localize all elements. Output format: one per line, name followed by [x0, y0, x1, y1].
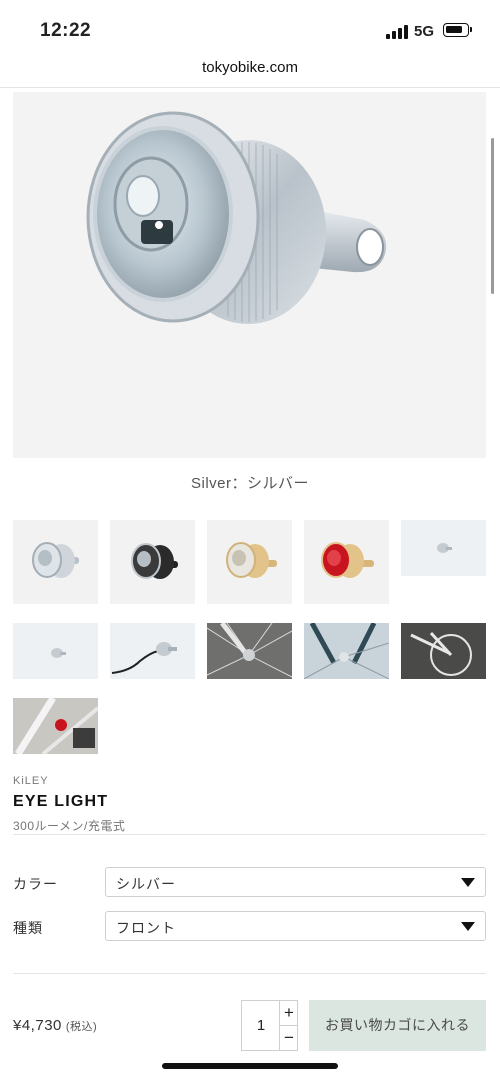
status-time: 12:22 [40, 20, 92, 41]
product-main-image[interactable] [13, 92, 486, 458]
thumbnail-bicycle[interactable] [401, 623, 486, 679]
divider [13, 834, 486, 835]
thumbnail-black[interactable] [110, 520, 195, 604]
thumbnail-small-1[interactable] [401, 520, 486, 576]
product-spec: 300ルーメン/充電式 [13, 819, 126, 833]
dropdown-arrow-icon [461, 922, 475, 931]
color-select[interactable]: シルバー [105, 867, 486, 897]
thumbnail-wheel-hub[interactable] [207, 623, 292, 679]
decrement-button[interactable]: − [280, 1026, 298, 1050]
image-caption: Silver：シルバー [190, 475, 309, 492]
thumbnail-front-fork[interactable] [304, 623, 389, 679]
quantity-value[interactable]: 1 [242, 1017, 280, 1034]
type-label: 種類 [13, 920, 43, 936]
divider [13, 973, 486, 974]
network-label: 5G [414, 23, 435, 40]
thumbnail-small-2[interactable] [13, 623, 98, 679]
quantity-stepper: 1 + − [241, 1000, 298, 1051]
battery-icon [443, 23, 472, 37]
price-value: ¥4,730 [13, 1017, 62, 1034]
type-select[interactable]: フロント [105, 911, 486, 941]
status-bar: 12:22 5G [0, 0, 500, 58]
color-select-value: シルバー [116, 876, 176, 892]
price: ¥4,730 (税込) [13, 1017, 97, 1034]
stepper-buttons: + − [279, 1001, 298, 1050]
dropdown-arrow-icon [461, 878, 475, 887]
thumbnail-cable[interactable] [110, 623, 195, 679]
tax-note: (税込) [65, 1021, 98, 1033]
thumbnail-rear-light[interactable] [13, 698, 98, 754]
home-indicator [162, 1063, 338, 1069]
signal-icon [386, 25, 408, 39]
thumbnail-silver[interactable] [13, 520, 98, 604]
url-text: tokyobike.com [202, 59, 298, 76]
color-label: カラー [13, 876, 58, 892]
eye-light-image [86, 111, 387, 324]
increment-button[interactable]: + [280, 1001, 298, 1026]
thumbnail-red[interactable] [304, 520, 389, 604]
thumbnail-gold[interactable] [207, 520, 292, 604]
add-to-cart-button[interactable]: お買い物カゴに入れる [309, 1000, 486, 1051]
address-bar[interactable]: tokyobike.com [0, 58, 500, 88]
type-select-value: フロント [116, 920, 176, 936]
product-name: EYE LIGHT [13, 793, 109, 810]
product-brand: KiLEY [13, 775, 49, 787]
scroll-indicator [491, 138, 494, 294]
